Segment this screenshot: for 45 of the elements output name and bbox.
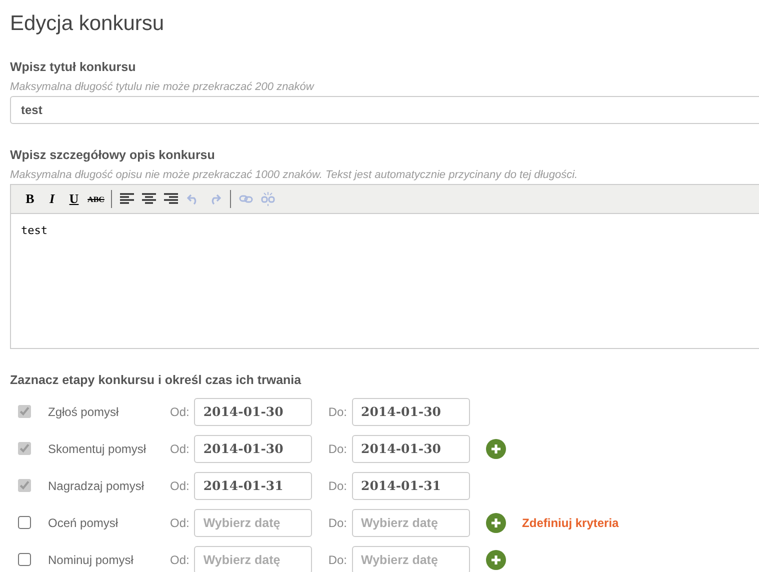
description-input[interactable]: test <box>10 214 759 349</box>
add-icon[interactable] <box>486 438 506 458</box>
underline-button[interactable]: U <box>63 188 85 210</box>
italic-button[interactable]: I <box>41 188 63 210</box>
stage-name: Nominuj pomysł <box>48 552 134 566</box>
stage-name: Oceń pomysł <box>48 516 120 530</box>
add-icon[interactable] <box>486 550 506 570</box>
field-label: Wpisz tytuł konkursu <box>10 60 136 74</box>
field-hint: Maksymalna długość opisu nie może przekraczać 1000 znaków. Tekst jest automatycznie przycinany do tej długości. <box>10 169 578 181</box>
stage-checkbox[interactable] <box>18 442 31 455</box>
stage-checkbox[interactable] <box>18 405 31 418</box>
end-date-field[interactable]: Wybierz datę <box>352 546 470 572</box>
section-heading: Zaznacz etapy konkursu i określ czas ich trwania <box>10 373 302 387</box>
add-icon[interactable] <box>486 512 506 532</box>
end-date-field[interactable]: 2014-01-31 <box>352 472 470 500</box>
stage-name: Nagradzaj pomysł <box>48 478 146 492</box>
stage-checkbox[interactable] <box>18 516 31 529</box>
stage-name: Skomentuj pomysł <box>48 442 148 456</box>
date-label: Do: <box>328 442 348 456</box>
start-date-field[interactable]: 2014-01-30 <box>194 434 312 462</box>
end-date-field[interactable]: 2014-01-30 <box>352 398 470 426</box>
date-label: Od: <box>170 442 190 456</box>
date-label: Do: <box>328 478 348 492</box>
end-date-field[interactable]: 2014-01-30 <box>352 434 470 462</box>
date-label: Od: <box>170 516 190 530</box>
date-label: Od: <box>170 404 190 418</box>
strike-button[interactable]: ABC <box>85 188 107 210</box>
start-date-field[interactable]: 2014-01-31 <box>194 472 312 500</box>
title-input[interactable]: test <box>10 96 759 124</box>
end-date-field[interactable]: Wybierz datę <box>352 508 470 536</box>
date-label: Do: <box>328 552 348 566</box>
bold-button[interactable]: B <box>19 188 41 210</box>
date-label: Do: <box>328 516 348 530</box>
field-label: Wpisz szczegółowy opis konkursu <box>10 148 215 162</box>
page-title: Edycja konkursu <box>10 12 166 36</box>
start-date-field[interactable]: Wybierz datę <box>194 508 312 536</box>
date-label: Od: <box>170 478 190 492</box>
date-label: Do: <box>328 404 348 418</box>
field-hint: Maksymalna długość tytulu nie może przekraczać 200 znaków <box>10 81 314 93</box>
stage-checkbox[interactable] <box>18 553 31 566</box>
date-label: Od: <box>170 552 190 566</box>
start-date-field[interactable]: 2014-01-30 <box>194 398 312 426</box>
stage-name: Zgłoś pomysł <box>48 404 120 418</box>
stage-checkbox[interactable] <box>18 479 31 492</box>
start-date-field[interactable]: Wybierz datę <box>194 546 312 572</box>
